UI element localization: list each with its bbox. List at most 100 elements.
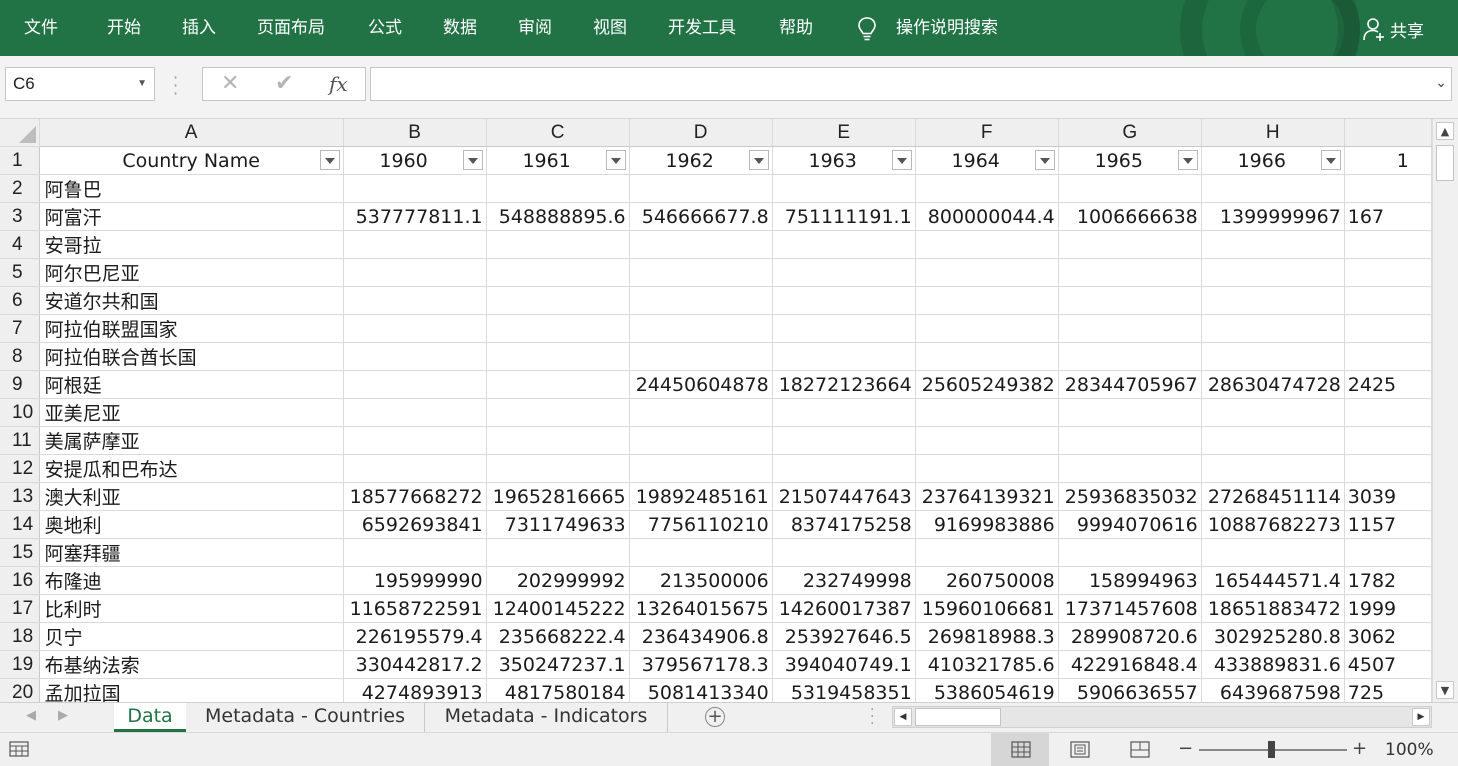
cell-d[interactable]: 379567178.3 bbox=[629, 650, 773, 679]
cell-h[interactable] bbox=[1201, 426, 1345, 455]
cell-country-name[interactable]: 阿根廷 bbox=[39, 370, 344, 399]
cell-d[interactable] bbox=[629, 538, 773, 567]
vertical-scroll-thumb[interactable] bbox=[1436, 145, 1454, 181]
cell-h[interactable] bbox=[1201, 538, 1345, 567]
cell-i[interactable]: 1999 bbox=[1344, 594, 1432, 623]
header-cell-year[interactable]: 1962 bbox=[629, 146, 773, 175]
cell-g[interactable] bbox=[1058, 538, 1202, 567]
cell-i[interactable]: 2425 bbox=[1344, 370, 1432, 399]
cell-country-name[interactable]: 奥地利 bbox=[39, 510, 344, 539]
column-header-c[interactable]: C bbox=[486, 119, 630, 147]
cell-d[interactable]: 19892485161 bbox=[629, 482, 773, 511]
cell-c[interactable] bbox=[486, 426, 630, 455]
cell-d[interactable]: 7756110210 bbox=[629, 510, 773, 539]
cell-e[interactable]: 14260017387 bbox=[772, 594, 916, 623]
cell-c[interactable] bbox=[486, 286, 630, 315]
cell-country-name[interactable]: 布隆迪 bbox=[39, 566, 344, 595]
cell-f[interactable]: 15960106681 bbox=[915, 594, 1059, 623]
scroll-up-icon[interactable]: ▲ bbox=[1436, 122, 1454, 140]
filter-dropdown-icon[interactable] bbox=[462, 150, 483, 170]
cell-i[interactable] bbox=[1344, 454, 1432, 483]
cell-e[interactable]: 751111191.1 bbox=[772, 202, 916, 231]
row-header[interactable]: 5 bbox=[0, 258, 40, 287]
cell-f[interactable]: 5386054619 bbox=[915, 678, 1059, 702]
expand-formula-bar-icon[interactable]: ⌄ bbox=[1435, 75, 1447, 91]
cell-b[interactable]: 537777811.1 bbox=[343, 202, 487, 231]
cell-d[interactable] bbox=[629, 454, 773, 483]
cell-b[interactable]: 330442817.2 bbox=[343, 650, 487, 679]
filter-dropdown-icon[interactable] bbox=[319, 150, 340, 170]
tab-split-handle-icon[interactable]: · · · bbox=[870, 703, 874, 731]
cell-b[interactable]: 4274893913 bbox=[343, 678, 487, 702]
cell-e[interactable] bbox=[772, 174, 916, 203]
row-header[interactable]: 20 bbox=[0, 678, 40, 702]
select-all-button[interactable] bbox=[0, 119, 40, 147]
cell-g[interactable] bbox=[1058, 398, 1202, 427]
share-button[interactable]: 共享 bbox=[1362, 16, 1424, 42]
cell-f[interactable]: 260750008 bbox=[915, 566, 1059, 595]
header-cell-year[interactable]: 1964 bbox=[915, 146, 1059, 175]
row-header[interactable]: 15 bbox=[0, 538, 40, 567]
cell-e[interactable]: 253927646.5 bbox=[772, 622, 916, 651]
cell-i[interactable]: 3062 bbox=[1344, 622, 1432, 651]
cell-c[interactable] bbox=[486, 538, 630, 567]
chevron-down-icon[interactable]: ▼ bbox=[137, 68, 147, 100]
cell-e[interactable] bbox=[772, 342, 916, 371]
sheet-tab-data[interactable]: Data bbox=[114, 703, 186, 732]
cell-d[interactable] bbox=[629, 342, 773, 371]
header-cell-year[interactable]: 1960 bbox=[343, 146, 487, 175]
cell-f[interactable] bbox=[915, 174, 1059, 203]
cell-d[interactable] bbox=[629, 174, 773, 203]
sheet-tab-metadata-indicators[interactable]: Metadata - Indicators bbox=[424, 703, 668, 732]
cell-e[interactable] bbox=[772, 454, 916, 483]
filter-dropdown-icon[interactable] bbox=[1320, 150, 1341, 170]
header-cell-year[interactable]: 1961 bbox=[486, 146, 630, 175]
cell-b[interactable] bbox=[343, 230, 487, 259]
cell-i[interactable] bbox=[1344, 538, 1432, 567]
cell-h[interactable]: 1399999967 bbox=[1201, 202, 1345, 231]
next-sheet-icon[interactable]: ▶ bbox=[58, 708, 68, 723]
row-header[interactable]: 12 bbox=[0, 454, 40, 483]
add-sheet-icon[interactable]: + bbox=[705, 707, 725, 727]
cell-b[interactable]: 18577668272 bbox=[343, 482, 487, 511]
cell-i[interactable]: 1782 bbox=[1344, 566, 1432, 595]
cell-i[interactable] bbox=[1344, 398, 1432, 427]
cell-h[interactable] bbox=[1201, 342, 1345, 371]
cell-g[interactable]: 17371457608 bbox=[1058, 594, 1202, 623]
cell-b[interactable]: 11658722591 bbox=[343, 594, 487, 623]
cell-c[interactable] bbox=[486, 230, 630, 259]
vertical-scrollbar[interactable]: ▲ ▼ bbox=[1432, 119, 1458, 702]
cell-f[interactable] bbox=[915, 538, 1059, 567]
tab-insert[interactable]: 插入 bbox=[182, 18, 216, 38]
tab-page-layout[interactable]: 页面布局 bbox=[257, 18, 325, 38]
cell-g[interactable] bbox=[1058, 342, 1202, 371]
cancel-icon[interactable]: ✕ bbox=[221, 72, 239, 96]
cell-h[interactable]: 6439687598 bbox=[1201, 678, 1345, 702]
cell-country-name[interactable]: 阿拉伯联盟国家 bbox=[39, 314, 344, 343]
cell-h[interactable]: 433889831.6 bbox=[1201, 650, 1345, 679]
cell-d[interactable]: 236434906.8 bbox=[629, 622, 773, 651]
cell-b[interactable]: 226195579.4 bbox=[343, 622, 487, 651]
cell-d[interactable] bbox=[629, 230, 773, 259]
cell-d[interactable] bbox=[629, 286, 773, 315]
cell-country-name[interactable]: 布基纳法索 bbox=[39, 650, 344, 679]
row-header[interactable]: 11 bbox=[0, 426, 40, 455]
cell-g[interactable]: 422916848.4 bbox=[1058, 650, 1202, 679]
cell-g[interactable] bbox=[1058, 454, 1202, 483]
cell-d[interactable]: 5081413340 bbox=[629, 678, 773, 702]
cell-i[interactable]: 3039 bbox=[1344, 482, 1432, 511]
cell-f[interactable] bbox=[915, 258, 1059, 287]
row-header[interactable]: 2 bbox=[0, 174, 40, 203]
cell-f[interactable] bbox=[915, 314, 1059, 343]
cell-h[interactable]: 10887682273 bbox=[1201, 510, 1345, 539]
cell-i[interactable] bbox=[1344, 286, 1432, 315]
cell-g[interactable]: 9994070616 bbox=[1058, 510, 1202, 539]
row-header[interactable]: 8 bbox=[0, 342, 40, 371]
cell-f[interactable] bbox=[915, 286, 1059, 315]
cell-d[interactable]: 24450604878 bbox=[629, 370, 773, 399]
cell-c[interactable] bbox=[486, 258, 630, 287]
cell-g[interactable]: 25936835032 bbox=[1058, 482, 1202, 511]
worksheet-grid[interactable]: A B C D E F G H 1 Country Name 1960 1961 196… bbox=[0, 119, 1432, 702]
cell-c[interactable]: 12400145222 bbox=[486, 594, 630, 623]
cell-c[interactable] bbox=[486, 314, 630, 343]
